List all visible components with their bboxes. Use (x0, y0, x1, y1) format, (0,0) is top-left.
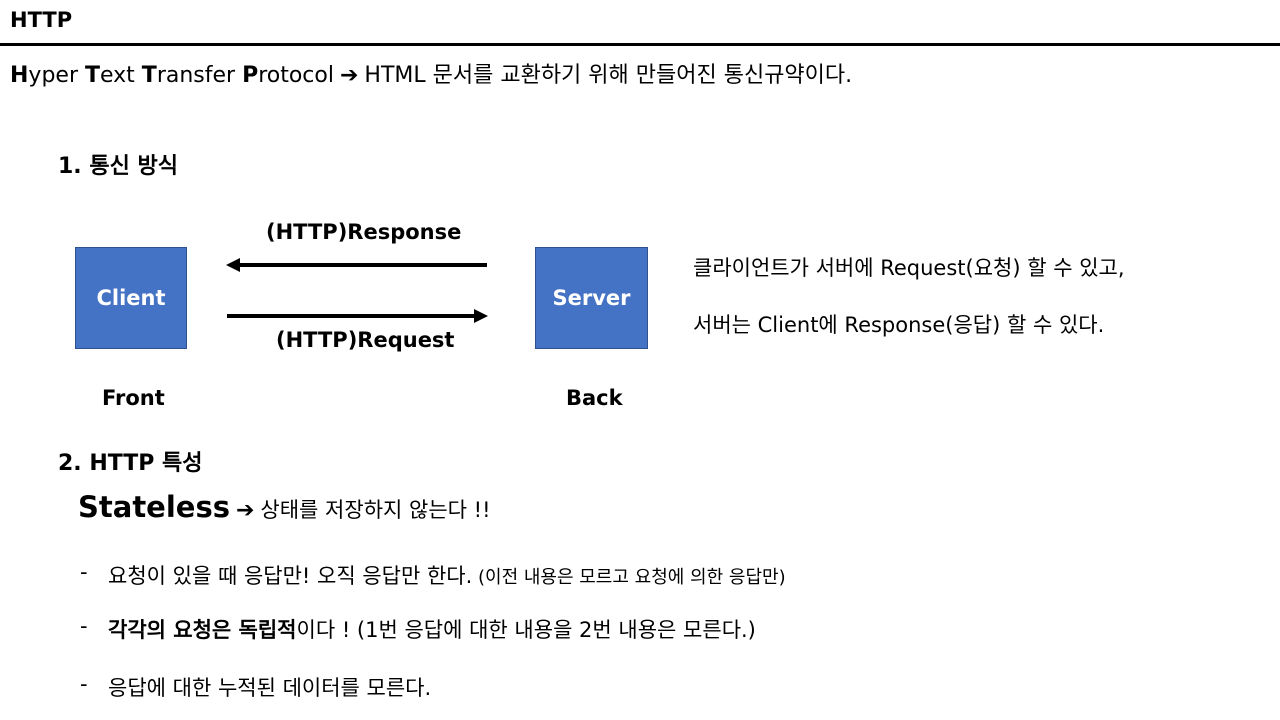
client-box: Client (75, 247, 187, 349)
definition-p-rest: rotocol (258, 63, 334, 88)
bullet-dash: - (80, 560, 88, 584)
stateless-term: Stateless (78, 490, 230, 524)
bullet-2-text: 이다 ! (1번 응답에 대한 내용을 2번 내용은 모른다.) (296, 618, 756, 642)
back-label: Back (566, 386, 623, 410)
request-arrow-icon (227, 309, 488, 323)
definition-tr-rest: ransfer (156, 63, 243, 88)
communication-arrows (226, 258, 488, 323)
bullet-item-1: 요청이 있을 때 응답만! 오직 응답만 한다. (이전 내용은 모르고 요청에… (108, 560, 786, 590)
section-2-heading: 2. HTTP 특성 (58, 451, 203, 476)
bullet-1-note: (이전 내용은 모르고 요청에 의한 응답만) (472, 567, 786, 588)
client-label: Client (96, 286, 166, 310)
definition-h-letter: H (10, 63, 29, 88)
bullet-1-text: 요청이 있을 때 응답만! 오직 응답만 한다. (108, 564, 473, 588)
definition-meaning: HTML 문서를 교환하기 위해 만들어진 통신규약이다. (364, 63, 853, 88)
server-box: Server (535, 247, 648, 349)
description-line-2: 서버는 Client에 Response(응답) 할 수 있다. (693, 313, 1105, 337)
bullet-dash: - (80, 672, 88, 696)
right-arrow-icon: ➔ (339, 63, 359, 88)
server-label: Server (552, 286, 631, 310)
stateless-statement: Stateless ➔ 상태를 저장하지 않는다 !! (78, 490, 490, 524)
definition-t-rest: ext (100, 63, 142, 88)
definition-p-letter: P (242, 63, 259, 88)
bullet-item-2: 각각의 요청은 독립적이다 ! (1번 응답에 대한 내용을 2번 내용은 모른… (108, 614, 756, 644)
stateless-meaning: 상태를 저장하지 않는다 !! (260, 498, 491, 522)
bullet-item-3: 응답에 대한 누적된 데이터를 모른다. (108, 672, 431, 702)
section-1-heading: 1. 통신 방식 (58, 154, 178, 179)
header-divider (0, 43, 1280, 46)
page-title: HTTP (10, 8, 73, 32)
http-definition: Hyper Text Transfer Protocol ➔ HTML 문서를 교환… (10, 57, 852, 89)
bullet-dash: - (80, 614, 88, 638)
definition-h-rest: yper (28, 63, 85, 88)
bullet-2-emphasis: 각각의 요청은 독립적 (108, 618, 297, 642)
front-label: Front (102, 386, 165, 410)
right-arrow-icon: ➔ (235, 498, 255, 523)
definition-t-letter: T (84, 63, 100, 88)
request-label: (HTTP)Request (276, 328, 455, 352)
definition-tr-letter: T (141, 63, 157, 88)
response-arrow-icon (226, 258, 487, 272)
bullet-3-text: 응답에 대한 누적된 데이터를 모른다. (108, 676, 432, 700)
response-label: (HTTP)Response (266, 220, 462, 244)
description-line-1: 클라이언트가 서버에 Request(요청) 할 수 있고, (693, 256, 1125, 280)
